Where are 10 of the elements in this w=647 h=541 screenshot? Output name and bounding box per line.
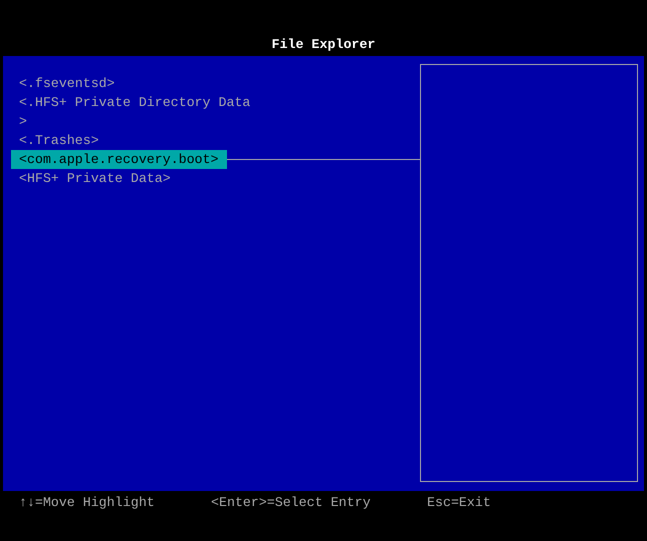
key-hint: ↑↓=Move Highlight	[19, 495, 155, 510]
file-entry[interactable]: <.HFS+ Private Directory Data	[11, 93, 258, 112]
key-hint: Esc=Exit	[427, 495, 491, 510]
file-entry[interactable]: <HFS+ Private Data>	[11, 169, 179, 188]
file-entry[interactable]: <.fseventsd>	[11, 74, 123, 93]
file-entry[interactable]: <.Trashes>	[11, 131, 107, 150]
file-entry[interactable]: <com.apple.recovery.boot>	[11, 150, 226, 169]
window-title: File Explorer	[272, 36, 376, 54]
file-entry[interactable]: >	[11, 112, 35, 131]
key-hint: <Enter>=Select Entry	[211, 495, 371, 510]
